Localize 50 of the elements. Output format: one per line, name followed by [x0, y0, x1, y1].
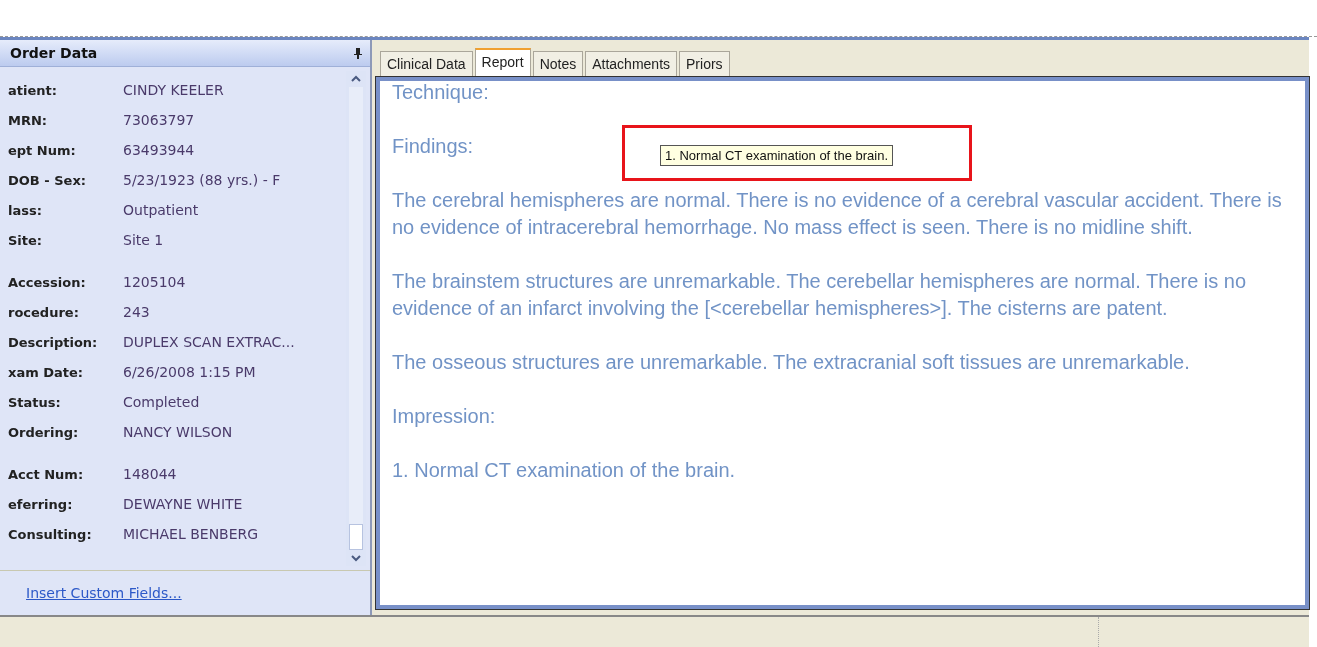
field-label: Consulting: [8, 526, 93, 542]
tab[interactable]: Priors [679, 51, 730, 77]
report-paragraph: The brainstem structures are unremarkable. The cerebellar hemispheres are normal. There is no evidence of an infarct involving the [<cerebellar hemispheres>]. The cisterns are patent. [392, 269, 1248, 321]
field-value: CINDY KEELER [123, 82, 224, 98]
field-label: Status: [8, 394, 62, 410]
field-label: DOB - Sex: [8, 172, 87, 188]
field-value: Completed [123, 394, 200, 410]
panel-title: Order Data [10, 45, 98, 61]
tab[interactable]: Notes [532, 51, 584, 77]
report-editor[interactable] [376, 77, 1309, 609]
field-label: lass: [8, 202, 43, 218]
field-label: atient: [8, 82, 58, 98]
report-paragraph: Findings: [392, 134, 474, 159]
report-paragraph: The cerebral hemispheres are normal. There is no evidence of a cerebral vascular accident. There is no evidence of intracerebral hemorrhage. No mass effect is seen. There is no midline shift. [392, 188, 1283, 240]
insert-custom-fields-link[interactable]: Insert Custom Fields... [26, 585, 182, 601]
field-value: DEWAYNE WHITE [123, 496, 243, 512]
tooltip: 1. Normal CT examination of the brain. [660, 145, 894, 166]
field-value: 73063797 [123, 112, 195, 128]
field-label: ept Num: [8, 142, 77, 158]
field-value: NANCY WILSON [123, 424, 233, 440]
field-value: 243 [123, 304, 150, 320]
field-label: Site: [8, 232, 44, 248]
field-value: MICHAEL BENBERG [123, 526, 259, 542]
report-paragraph: 1. Normal CT examination of the brain. [392, 458, 736, 483]
field-label: Ordering: [8, 424, 80, 440]
report-paragraph: The osseous structures are unremarkable. The extracranial soft tissues are unremarkable. [392, 350, 1190, 375]
field-value: 1205104 [123, 274, 186, 290]
field-value: 6/26/2008 1:15 PM [123, 364, 256, 380]
field-label: Accession: [8, 274, 87, 290]
field-label: xam Date: [8, 364, 85, 380]
field-value: Outpatient [123, 202, 199, 218]
tab[interactable]: Report [474, 48, 531, 77]
field-label: MRN: [8, 112, 49, 128]
field-label: Description: [8, 334, 99, 350]
scroll-up-icon[interactable] [350, 75, 362, 83]
field-label: eferring: [8, 496, 74, 512]
field-label: rocedure: [8, 304, 80, 320]
pin-icon[interactable] [354, 47, 362, 59]
field-value: Site 1 [123, 232, 164, 248]
scroll-down-icon[interactable] [350, 554, 362, 562]
tab[interactable]: Attachments [585, 51, 678, 77]
field-value: 63493944 [123, 142, 195, 158]
field-value: 5/23/1923 (88 yrs.) - F [123, 172, 281, 188]
field-value: DUPLEX SCAN EXTRAC... [123, 334, 295, 350]
field-label: Acct Num: [8, 466, 85, 482]
report-paragraph: Technique: [392, 81, 489, 105]
report-paragraph: Impression: [392, 404, 496, 429]
scroll-thumb[interactable] [349, 524, 363, 550]
tab[interactable]: Clinical Data [380, 51, 473, 77]
field-value: 148044 [123, 466, 177, 482]
